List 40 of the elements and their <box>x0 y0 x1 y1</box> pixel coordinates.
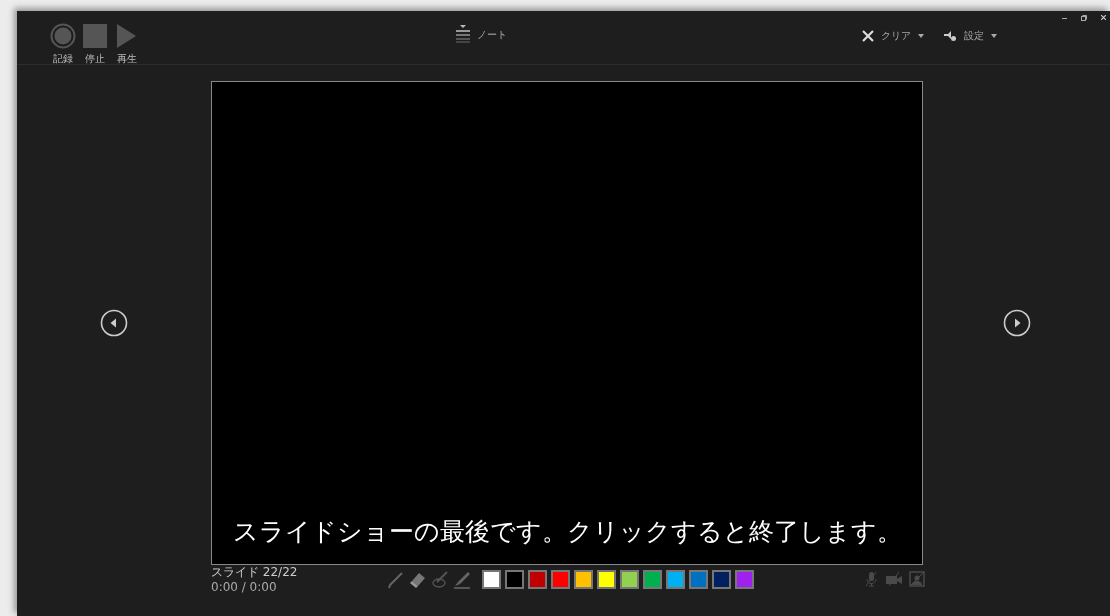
slide[interactable]: スライドショーの最後です。クリックすると終了します。 <box>211 81 923 565</box>
minimize-icon[interactable] <box>1062 15 1067 20</box>
settings-button[interactable]: 設定 <box>944 28 997 43</box>
color-swatch[interactable] <box>597 570 616 589</box>
slide-counter: スライド 22/22 <box>211 566 299 580</box>
caret-icon <box>918 33 924 38</box>
clear-button[interactable]: クリア <box>862 28 924 43</box>
color-swatch[interactable] <box>643 570 662 589</box>
color-swatch[interactable] <box>505 570 524 589</box>
caret-icon <box>991 33 997 38</box>
color-swatch[interactable] <box>712 570 731 589</box>
color-swatch[interactable] <box>735 570 754 589</box>
color-swatch[interactable] <box>528 570 547 589</box>
restore-icon[interactable] <box>1081 15 1087 21</box>
close-icon <box>862 29 874 42</box>
color-swatch[interactable] <box>482 570 501 589</box>
record-button[interactable]: 記録 <box>50 23 76 66</box>
notes-icon <box>456 25 470 43</box>
stop-icon <box>82 23 108 49</box>
settings-icon <box>944 29 957 42</box>
color-swatch[interactable] <box>551 570 570 589</box>
previous-button[interactable] <box>100 309 128 337</box>
camera-off-icon[interactable] <box>885 571 903 587</box>
color-swatch[interactable] <box>689 570 708 589</box>
record-icon <box>50 23 76 49</box>
notes-button[interactable]: ノート <box>456 25 507 43</box>
stop-button[interactable]: 停止 <box>82 23 108 66</box>
play-button[interactable]: 再生 <box>114 23 140 66</box>
end-message: スライドショーの最後です。クリックすると終了します。 <box>232 515 902 548</box>
pen-icon[interactable] <box>387 571 405 589</box>
color-swatch[interactable] <box>620 570 639 589</box>
color-swatch[interactable] <box>574 570 593 589</box>
elapsed-time: 0:00 / 0:00 <box>211 579 278 595</box>
camera-view-off-icon[interactable] <box>909 571 925 587</box>
color-swatch[interactable] <box>666 570 685 589</box>
eraser-icon[interactable] <box>409 571 427 589</box>
next-button[interactable] <box>1002 309 1031 337</box>
highlighter-icon[interactable] <box>453 571 471 589</box>
close-icon[interactable] <box>1101 15 1106 20</box>
microphone-off-icon[interactable] <box>863 571 879 587</box>
